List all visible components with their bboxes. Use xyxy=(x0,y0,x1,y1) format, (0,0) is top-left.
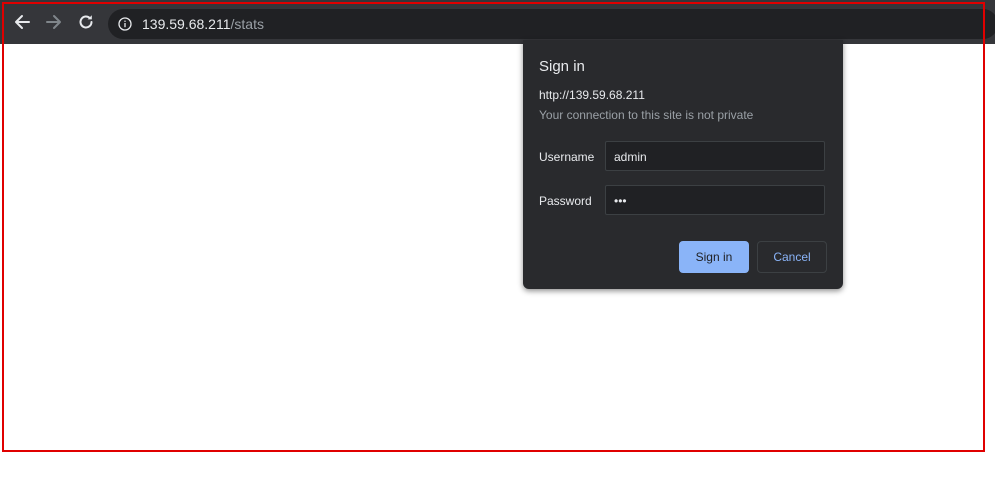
back-button[interactable] xyxy=(10,10,34,34)
browser-toolbar: 139.59.68.211/stats xyxy=(0,0,995,44)
dialog-origin: http://139.59.68.211 xyxy=(539,88,645,102)
forward-arrow-icon xyxy=(46,15,61,29)
cancel-button[interactable]: Cancel xyxy=(757,241,827,273)
password-value: ••• xyxy=(614,194,627,208)
username-label: Username xyxy=(539,150,595,164)
privacy-warning: Your connection to this site is not priv… xyxy=(539,108,754,122)
sign-in-button[interactable]: Sign in xyxy=(679,241,749,273)
sign-in-dialog: Sign in http://139.59.68.211 Your connec… xyxy=(523,40,843,289)
address-bar[interactable]: 139.59.68.211/stats xyxy=(108,9,995,39)
username-field[interactable]: admin xyxy=(605,141,825,171)
back-arrow-icon xyxy=(15,15,30,29)
password-label: Password xyxy=(539,194,592,208)
dialog-title: Sign in xyxy=(539,58,585,75)
password-field[interactable]: ••• xyxy=(605,185,825,215)
reload-icon xyxy=(79,15,93,29)
forward-button[interactable] xyxy=(42,10,66,34)
browser-window: 139.59.68.211/stats Sign in http://139.5… xyxy=(0,0,995,483)
reload-button[interactable] xyxy=(74,10,98,34)
url-text[interactable]: 139.59.68.211/stats xyxy=(142,16,264,32)
url-path: /stats xyxy=(230,16,264,32)
url-host: 139.59.68.211 xyxy=(142,16,231,32)
username-value: admin xyxy=(614,150,647,164)
info-icon[interactable] xyxy=(118,17,132,31)
